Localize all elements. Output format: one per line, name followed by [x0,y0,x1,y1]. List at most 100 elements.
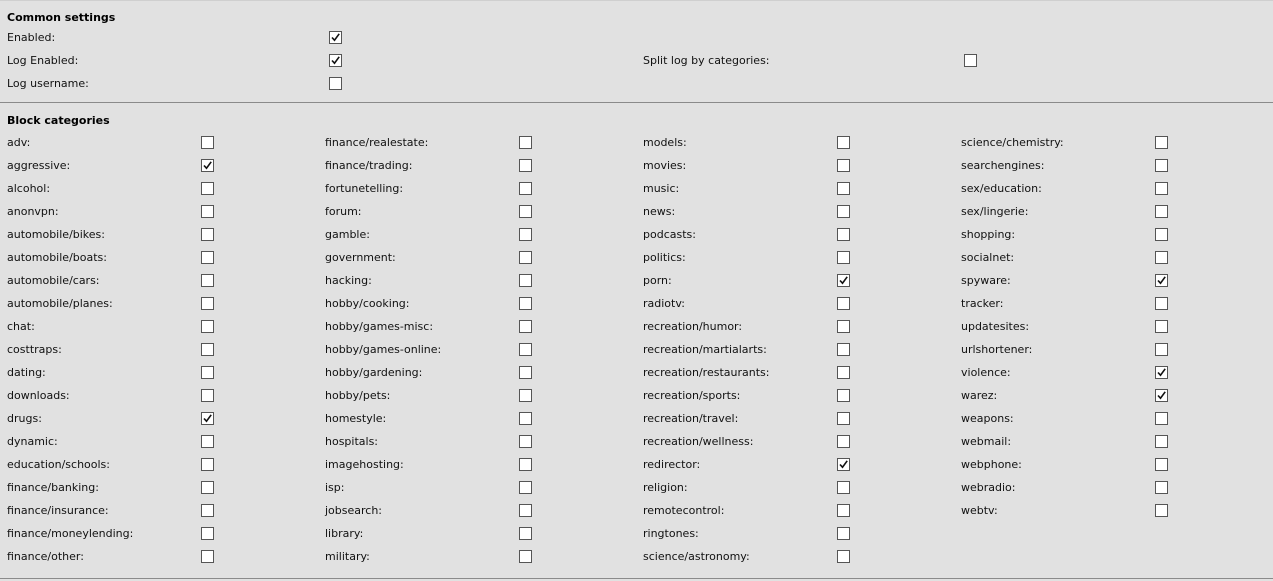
category-checkbox-automobile-boats[interactable] [201,251,214,264]
category-checkbox-hacking[interactable] [519,274,532,287]
category-label-fortunetelling: fortunetelling: [325,182,404,195]
category-checkbox-weapons[interactable] [1155,412,1168,425]
checkmark-icon [1157,391,1166,400]
category-label-automobile-cars: automobile/cars: [7,274,100,287]
category-checkbox-military[interactable] [519,550,532,563]
category-checkbox-finance-other[interactable] [201,550,214,563]
category-checkbox-shopping[interactable] [1155,228,1168,241]
category-checkbox-sex-education[interactable] [1155,182,1168,195]
category-checkbox-isp[interactable] [519,481,532,494]
category-checkbox-news[interactable] [837,205,850,218]
category-checkbox-redirector[interactable] [837,458,850,471]
category-label-library: library: [325,527,364,540]
category-checkbox-podcasts[interactable] [837,228,850,241]
checkmark-icon [203,161,212,170]
category-checkbox-violence[interactable] [1155,366,1168,379]
category-checkbox-library[interactable] [519,527,532,540]
category-checkbox-automobile-bikes[interactable] [201,228,214,241]
category-label-socialnet: socialnet: [961,251,1015,264]
category-checkbox-forum[interactable] [519,205,532,218]
category-label-religion: religion: [643,481,688,494]
category-checkbox-webradio[interactable] [1155,481,1168,494]
category-checkbox-urlshortener[interactable] [1155,343,1168,356]
category-checkbox-politics[interactable] [837,251,850,264]
category-label-alcohol: alcohol: [7,182,51,195]
category-checkbox-automobile-cars[interactable] [201,274,214,287]
category-checkbox-hobby-games-online[interactable] [519,343,532,356]
category-checkbox-alcohol[interactable] [201,182,214,195]
category-checkbox-costtraps[interactable] [201,343,214,356]
category-label-aggressive: aggressive: [7,159,71,172]
category-checkbox-aggressive[interactable] [201,159,214,172]
category-label-chat: chat: [7,320,35,333]
category-checkbox-recreation-travel[interactable] [837,412,850,425]
split-log-checkbox[interactable] [964,54,977,67]
category-checkbox-dating[interactable] [201,366,214,379]
category-checkbox-dynamic[interactable] [201,435,214,448]
category-checkbox-finance-banking[interactable] [201,481,214,494]
category-checkbox-finance-insurance[interactable] [201,504,214,517]
category-checkbox-anonvpn[interactable] [201,205,214,218]
category-checkbox-downloads[interactable] [201,389,214,402]
category-checkbox-religion[interactable] [837,481,850,494]
category-checkbox-gamble[interactable] [519,228,532,241]
category-checkbox-education-schools[interactable] [201,458,214,471]
category-label-recreation-martialarts: recreation/martialarts: [643,343,767,356]
category-checkbox-sex-lingerie[interactable] [1155,205,1168,218]
category-label-science-astronomy: science/astronomy: [643,550,750,563]
category-checkbox-hospitals[interactable] [519,435,532,448]
category-checkbox-finance-moneylending[interactable] [201,527,214,540]
category-checkbox-warez[interactable] [1155,389,1168,402]
checkmark-icon [1157,368,1166,377]
category-checkbox-movies[interactable] [837,159,850,172]
category-checkbox-hobby-games-misc[interactable] [519,320,532,333]
category-checkbox-remotecontrol[interactable] [837,504,850,517]
category-label-recreation-wellness: recreation/wellness: [643,435,754,448]
log-enabled-checkbox[interactable] [329,54,342,67]
enabled-checkbox[interactable] [329,31,342,44]
category-checkbox-government[interactable] [519,251,532,264]
category-checkbox-science-astronomy[interactable] [837,550,850,563]
category-checkbox-finance-trading[interactable] [519,159,532,172]
category-checkbox-recreation-restaurants[interactable] [837,366,850,379]
category-checkbox-tracker[interactable] [1155,297,1168,310]
category-checkbox-ringtones[interactable] [837,527,850,540]
category-label-automobile-boats: automobile/boats: [7,251,107,264]
category-checkbox-fortunetelling[interactable] [519,182,532,195]
section-divider [0,102,1273,103]
category-label-remotecontrol: remotecontrol: [643,504,725,517]
category-checkbox-webphone[interactable] [1155,458,1168,471]
split-log-label: Split log by categories: [643,54,770,67]
category-checkbox-radiotv[interactable] [837,297,850,310]
category-checkbox-porn[interactable] [837,274,850,287]
category-checkbox-webmail[interactable] [1155,435,1168,448]
category-checkbox-finance-realestate[interactable] [519,136,532,149]
category-checkbox-imagehosting[interactable] [519,458,532,471]
category-checkbox-music[interactable] [837,182,850,195]
category-label-recreation-sports: recreation/sports: [643,389,741,402]
category-checkbox-recreation-wellness[interactable] [837,435,850,448]
category-checkbox-socialnet[interactable] [1155,251,1168,264]
category-checkbox-chat[interactable] [201,320,214,333]
category-checkbox-webtv[interactable] [1155,504,1168,517]
category-checkbox-models[interactable] [837,136,850,149]
log-username-checkbox[interactable] [329,77,342,90]
category-checkbox-science-chemistry[interactable] [1155,136,1168,149]
category-checkbox-hobby-cooking[interactable] [519,297,532,310]
category-checkbox-homestyle[interactable] [519,412,532,425]
category-checkbox-searchengines[interactable] [1155,159,1168,172]
category-checkbox-adv[interactable] [201,136,214,149]
category-checkbox-hobby-gardening[interactable] [519,366,532,379]
category-label-sex-lingerie: sex/lingerie: [961,205,1029,218]
category-checkbox-automobile-planes[interactable] [201,297,214,310]
category-checkbox-hobby-pets[interactable] [519,389,532,402]
category-checkbox-recreation-martialarts[interactable] [837,343,850,356]
checkmark-icon [839,460,848,469]
category-checkbox-recreation-sports[interactable] [837,389,850,402]
category-checkbox-drugs[interactable] [201,412,214,425]
category-checkbox-updatesites[interactable] [1155,320,1168,333]
category-checkbox-recreation-humor[interactable] [837,320,850,333]
category-checkbox-jobsearch[interactable] [519,504,532,517]
category-checkbox-spyware[interactable] [1155,274,1168,287]
category-label-warez: warez: [961,389,998,402]
